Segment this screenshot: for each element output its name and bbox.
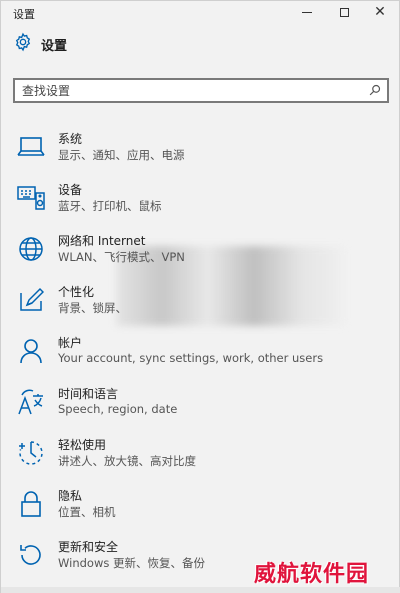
minimize-icon [302,11,312,13]
search-icon[interactable] [369,81,381,100]
category-personalization[interactable]: 个性化 背景、锁屏、 [1,278,400,324]
page-header: 设置 [13,32,68,56]
category-description: 位置、相机 [58,505,116,519]
close-button[interactable]: ✕ [364,1,396,23]
category-description: WLAN、飞行模式、VPN [58,250,185,264]
category-name: 系统 [58,132,83,146]
category-description: 蓝牙、打印机、鼠标 [58,199,162,213]
category-name: 网络和 Internet [58,234,146,248]
window-title: 设置 [13,8,35,21]
category-description: Windows 更新、恢复、备份 [58,556,205,570]
category-name: 轻松使用 [58,438,107,452]
minimize-button[interactable] [291,1,323,23]
lock-icon [16,489,46,519]
maximize-button[interactable] [328,1,360,23]
category-name: 个性化 [58,285,95,299]
category-name: 设备 [58,183,83,197]
category-description: 背景、锁屏、 [58,301,127,315]
watermark-logo: 威航软件园 [254,561,370,587]
category-devices[interactable]: 设备 蓝牙、打印机、鼠标 [1,176,400,222]
settings-window: 设置 ✕ 设置 查找设置 系统 显示、通知、应用、电源 设备 蓝牙、打印机、鼠标… [0,0,400,593]
category-description: Speech, region, date [58,402,178,416]
language-time-icon [16,387,46,417]
category-ease-of-access[interactable]: 轻松使用 讲述人、放大镜、高对比度 [1,431,400,477]
category-description: Your account, sync settings, work, other… [58,351,324,365]
category-description: 显示、通知、应用、电源 [58,148,185,162]
person-icon [16,336,46,366]
maximize-icon [339,7,349,17]
title-bar: 设置 ✕ [1,1,399,25]
search-box[interactable] [13,78,389,103]
category-name: 更新和安全 [58,540,119,554]
category-accounts[interactable]: 帐户 Your account, sync settings, work, ot… [1,329,400,375]
refresh-icon [16,540,46,570]
category-system[interactable]: 系统 显示、通知、应用、电源 [1,125,400,171]
category-privacy[interactable]: 隐私 位置、相机 [1,482,400,528]
gear-icon [13,32,33,56]
category-description: 讲述人、放大镜、高对比度 [58,454,196,468]
close-icon: ✕ [374,4,386,20]
category-network[interactable]: 网络和 Internet WLAN、飞行模式、VPN [1,227,400,273]
category-name: 时间和语言 [58,387,119,401]
ease-of-access-icon [16,438,46,468]
category-time-language[interactable]: 时间和语言 Speech, region, date [1,380,400,426]
pen-display-icon [16,285,46,315]
page-title: 设置 [41,38,68,54]
laptop-icon [16,132,46,162]
globe-icon [16,234,46,264]
category-name: 隐私 [58,489,83,503]
category-name: 帐户 [58,336,83,350]
keyboard-speaker-icon [16,183,46,213]
search-input[interactable] [22,83,352,98]
